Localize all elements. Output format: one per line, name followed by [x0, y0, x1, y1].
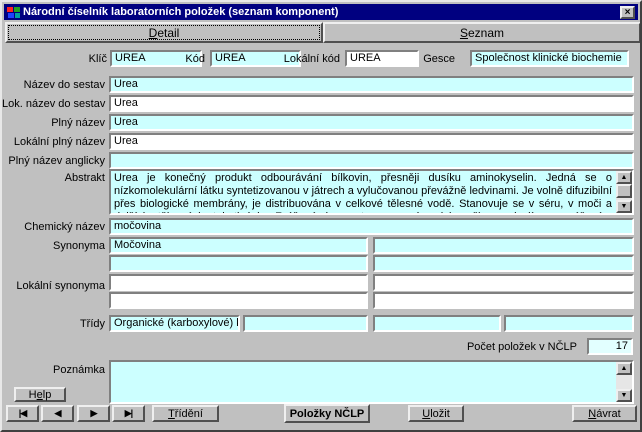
- scroll-down-icon[interactable]: ▼: [616, 200, 632, 213]
- app-window: Národní číselník laboratorních položek (…: [0, 0, 642, 432]
- abstrakt-scrollbar[interactable]: ▲ ▼: [616, 171, 632, 213]
- synonyma-field-2[interactable]: [373, 237, 634, 254]
- pocet-polozek-field: 17: [587, 338, 633, 355]
- poznamka-label: Poznámka: [2, 364, 105, 376]
- window-title: Národní číselník laboratorních položek (…: [23, 6, 338, 18]
- nazev-do-sestav-label: Název do sestav: [2, 79, 105, 91]
- polozky-nclp-button-label: Položky NČLP: [290, 408, 365, 420]
- help-button-label: Help: [29, 389, 52, 401]
- scrollbar-thumb[interactable]: [616, 184, 632, 198]
- chemicky-nazev-label: Chemický název: [2, 221, 105, 233]
- plny-nazev-anglicky-field[interactable]: [109, 152, 634, 169]
- record-first-icon[interactable]: |◀: [6, 405, 39, 422]
- record-last-icon[interactable]: ▶|: [112, 405, 145, 422]
- ulozit-button[interactable]: Uložit: [408, 405, 464, 422]
- scroll-up-icon[interactable]: ▲: [616, 362, 632, 375]
- synonyma-field-1[interactable]: Močovina: [109, 237, 368, 254]
- tridy-field-2[interactable]: [243, 315, 368, 332]
- polozky-nclp-button[interactable]: Položky NČLP: [284, 404, 370, 423]
- poznamka-textarea[interactable]: ▲ ▼: [109, 360, 634, 404]
- gesce-label: Gesce: [402, 53, 455, 65]
- chemicky-nazev-field[interactable]: močovina: [109, 218, 634, 235]
- abstrakt-textarea[interactable]: Urea je konečný produkt odbourávání bílk…: [109, 169, 634, 215]
- lok-nazev-do-sestav-label: Lok. název do sestav: [2, 98, 105, 110]
- kod-label: Kód: [142, 53, 205, 65]
- trideni-button[interactable]: Třídění: [152, 405, 219, 422]
- lokalni-synonyma-field-4[interactable]: [373, 292, 634, 309]
- navrat-button[interactable]: Návrat: [572, 405, 637, 422]
- abstrakt-label: Abstrakt: [2, 172, 105, 184]
- tridy-label: Třídy: [2, 318, 105, 330]
- close-icon[interactable]: ×: [620, 6, 635, 19]
- lokalni-kod-label: Lokální kód: [272, 53, 340, 65]
- scroll-up-icon[interactable]: ▲: [616, 171, 632, 184]
- synonyma-field-3[interactable]: [109, 255, 368, 272]
- tab-seznam[interactable]: Seznam: [323, 22, 641, 43]
- lok-nazev-do-sestav-field[interactable]: Urea: [109, 95, 634, 112]
- plny-nazev-field[interactable]: Urea: [109, 114, 634, 131]
- record-next-icon[interactable]: ▶: [77, 405, 110, 422]
- app-icon: [7, 6, 20, 19]
- tab-seznam-label: Seznam: [460, 26, 504, 40]
- trideni-button-label: Třídění: [168, 408, 203, 420]
- klic-label: Klíč: [42, 53, 107, 65]
- lokalni-synonyma-field-2[interactable]: [373, 274, 634, 291]
- tridy-field-4[interactable]: [504, 315, 634, 332]
- scroll-down-icon[interactable]: ▼: [616, 389, 632, 402]
- lokalni-synonyma-label: Lokální synonyma: [2, 280, 105, 292]
- nazev-do-sestav-field[interactable]: Urea: [109, 76, 634, 93]
- synonyma-field-4[interactable]: [373, 255, 634, 272]
- plny-nazev-anglicky-label: Plný název anglicky: [2, 155, 105, 167]
- plny-nazev-label: Plný název: [2, 117, 105, 129]
- record-prev-icon[interactable]: ◀: [41, 405, 74, 422]
- tab-detail[interactable]: Detail: [5, 22, 323, 43]
- title-bar: Národní číselník laboratorních položek (…: [4, 4, 638, 20]
- gesce-field[interactable]: Společnost klinické biochemie: [470, 50, 629, 67]
- lokalni-plny-nazev-label: Lokální plný název: [2, 136, 105, 148]
- lokalni-plny-nazev-field[interactable]: Urea: [109, 133, 634, 150]
- lokalni-synonyma-field-3[interactable]: [109, 292, 368, 309]
- navrat-button-label: Návrat: [588, 408, 620, 420]
- tridy-field-3[interactable]: [373, 315, 501, 332]
- lokalni-synonyma-field-1[interactable]: [109, 274, 368, 291]
- tridy-field-1[interactable]: Organické (karboxylové) kys: [109, 315, 240, 332]
- tab-detail-label: Detail: [149, 26, 180, 40]
- help-button[interactable]: Help: [14, 387, 66, 402]
- poznamka-scrollbar[interactable]: ▲ ▼: [616, 362, 632, 402]
- abstrakt-text: Urea je konečný produkt odbourávání bílk…: [114, 172, 612, 215]
- ulozit-button-label: Uložit: [422, 408, 450, 420]
- synonyma-label: Synonyma: [2, 240, 105, 252]
- pocet-polozek-label: Počet položek v NČLP: [422, 341, 577, 353]
